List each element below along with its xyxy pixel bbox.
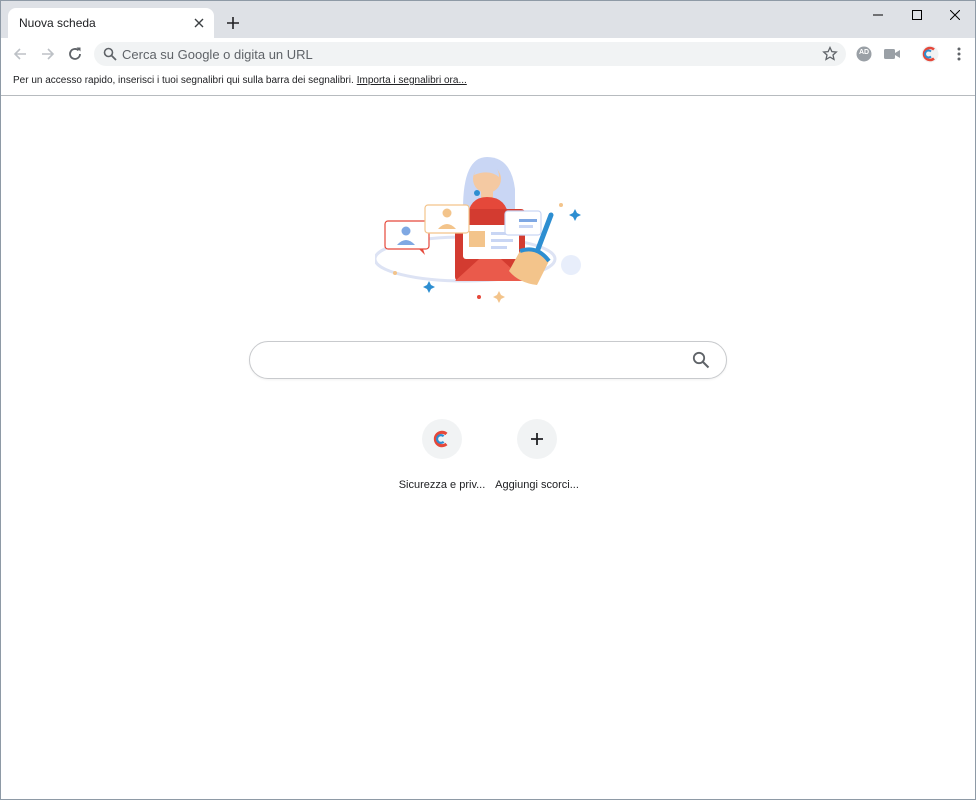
- close-icon: [950, 10, 960, 20]
- arrow-right-icon: [42, 48, 55, 60]
- shortcut-tile-security[interactable]: Sicurezza e priv...: [392, 419, 492, 499]
- star-icon[interactable]: [822, 46, 838, 62]
- search-icon[interactable]: [692, 351, 710, 369]
- shortcut-icon-circle: [422, 419, 462, 459]
- plus-icon: [227, 17, 239, 29]
- ccleaner-icon: [433, 430, 448, 448]
- maximize-icon: [912, 10, 922, 20]
- bookmarks-hint: Per un accesso rapido, inserisci i tuoi …: [13, 75, 467, 86]
- tab-title: Nuova scheda: [19, 16, 96, 30]
- ntp-search-input[interactable]: [268, 342, 688, 378]
- back-button[interactable]: [6, 40, 34, 68]
- ntp-search-box[interactable]: [249, 341, 727, 379]
- menu-button[interactable]: [945, 40, 973, 68]
- search-icon: [103, 47, 117, 61]
- forward-button[interactable]: [34, 40, 62, 68]
- maximize-button[interactable]: [897, 1, 937, 29]
- reload-icon: [69, 47, 81, 60]
- tab-new-tab[interactable]: Nuova scheda: [8, 8, 214, 38]
- import-bookmarks-link[interactable]: Importa i segnalibri ora...: [357, 75, 467, 86]
- chrome-doodle-illustration: [375, 157, 581, 303]
- browser-window: Nuova scheda Cerca su Google o digita un…: [0, 0, 976, 800]
- address-bar[interactable]: [94, 42, 846, 66]
- adblock-extension-button[interactable]: AD: [850, 40, 878, 68]
- extension-badge: AD: [859, 49, 870, 56]
- new-tab-button[interactable]: [221, 11, 245, 35]
- minimize-button[interactable]: [858, 1, 898, 29]
- bookmarks-hint-text: Per un accesso rapido, inserisci i tuoi …: [13, 75, 354, 86]
- tab-strip: Nuova scheda: [1, 1, 975, 38]
- shortcut-tile-add[interactable]: Aggiungi scorci...: [487, 419, 587, 499]
- ccleaner-icon: [921, 45, 939, 63]
- video-camera-icon: [884, 49, 900, 59]
- address-input[interactable]: [122, 42, 812, 66]
- ccleaner-extension-button[interactable]: [916, 40, 944, 68]
- shortcut-label: Aggiungi scorci...: [495, 479, 579, 491]
- minimize-icon: [873, 14, 883, 16]
- close-icon[interactable]: [191, 15, 207, 31]
- kebab-menu-icon: [957, 47, 961, 61]
- shortcut-icon-circle: [517, 419, 557, 459]
- new-tab-page: Sicurezza e priv... Aggiungi scorci...: [1, 97, 975, 799]
- camera-extension-button[interactable]: [878, 40, 906, 68]
- reload-button[interactable]: [61, 40, 89, 68]
- plus-icon: [531, 433, 543, 445]
- window-close-button[interactable]: [935, 1, 975, 29]
- arrow-left-icon: [13, 48, 26, 60]
- bookmarks-bar: Per un accesso rapido, inserisci i tuoi …: [1, 68, 975, 96]
- shortcut-label: Sicurezza e priv...: [398, 479, 486, 491]
- toolbar: AD: [1, 38, 975, 68]
